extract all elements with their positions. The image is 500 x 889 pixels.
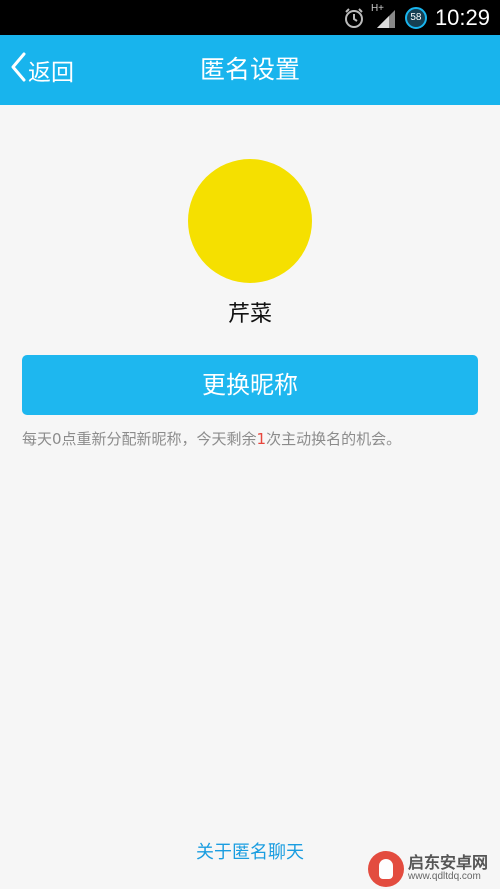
watermark-logo-icon <box>368 850 404 887</box>
change-nickname-button[interactable]: 更换昵称 <box>22 355 478 415</box>
alarm-icon <box>343 7 365 29</box>
watermark-url: www.qdltdq.com <box>408 870 481 882</box>
page-title: 匿名设置 <box>199 55 300 84</box>
status-time: 10:29 <box>434 4 490 30</box>
nickname-hint: 每天0点重新分配新昵称，今天剩余1次主动换名的机会。 <box>22 428 492 449</box>
watermark-text: 启东安卓网 www.qdltdq.com <box>408 852 489 882</box>
network-type: H+ <box>370 2 384 14</box>
hint-suffix: 次主动换名的机会。 <box>266 430 402 448</box>
watermark-title: 启东安卓网 <box>408 852 489 872</box>
watermark: 启东安卓网 www.qdltdq.com <box>368 848 500 889</box>
remaining-count: 1 <box>256 430 267 448</box>
status-bar: H+ 58 10:29 <box>0 0 500 35</box>
nickname-label: 芹菜 <box>227 302 272 327</box>
app-bar: 返回 匿名设置 <box>0 35 500 105</box>
hint-prefix: 每天0点重新分配新昵称，今天剩余 <box>22 430 257 448</box>
avatar <box>188 159 312 283</box>
battery-icon: 58 <box>404 6 427 29</box>
status-icons: H+ 58 10:29 <box>343 0 490 35</box>
signal-icon: H+ <box>371 3 397 29</box>
